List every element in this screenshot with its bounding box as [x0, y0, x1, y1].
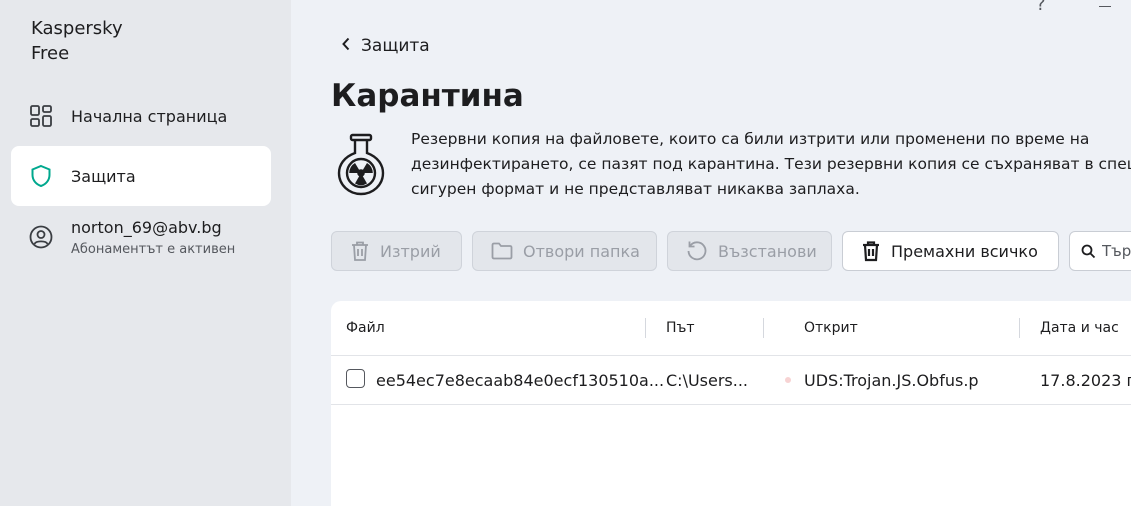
description-line: дезинфектирането, се пазят под карантина… [411, 155, 1131, 173]
sidebar-item-home[interactable]: Начална страница [11, 86, 271, 146]
row-checkbox[interactable] [346, 369, 365, 388]
home-grid-icon [29, 104, 53, 128]
shield-icon [29, 164, 53, 188]
back-link[interactable]: Защита [341, 34, 430, 58]
trash-icon [861, 240, 881, 262]
cell-detected: UDS:Trojan.JS.Obfus.p [804, 370, 979, 390]
quarantine-table: Файл Път Открит Дата и час ee54ec7e8ecaa… [331, 301, 1131, 506]
subscription-status: Абонаментът е активен [71, 242, 236, 257]
minimize-button[interactable] [1099, 6, 1111, 7]
brand-line-1: Kaspersky [31, 18, 123, 39]
sidebar-item-label: Начална страница [71, 106, 228, 126]
remove-all-label: Премахни всичко [891, 241, 1038, 261]
column-separator[interactable] [763, 318, 764, 338]
column-header-file[interactable]: Файл [346, 301, 385, 355]
restore-label: Възстанови [718, 241, 817, 261]
chevron-left-icon [341, 36, 351, 56]
delete-label: Изтрий [380, 241, 441, 261]
help-button[interactable]: ? [1036, 0, 1046, 15]
column-separator[interactable] [645, 318, 646, 338]
delete-button[interactable]: Изтрий [331, 231, 462, 271]
account-email: norton_69@abv.bg [71, 218, 222, 237]
restore-button[interactable]: Възстанови [667, 231, 832, 271]
column-header-detected[interactable]: Открит [804, 301, 858, 355]
main-content: ? Защита Карантина Резервни копия на фай… [291, 0, 1131, 506]
cell-datetime: 17.8.2023 г. [1040, 370, 1131, 390]
back-label: Защита [361, 36, 430, 56]
column-header-datetime[interactable]: Дата и час [1040, 301, 1119, 355]
restore-icon [686, 240, 708, 262]
sidebar-item-account[interactable]: norton_69@abv.bg Абонаментът е активен [11, 206, 271, 270]
open-folder-label: Отвори папка [523, 241, 640, 261]
remove-all-button[interactable]: Премахни всичко [842, 231, 1059, 271]
page-title: Карантина [331, 78, 524, 114]
description-line: сигурен формат и не представляват никакв… [411, 180, 860, 198]
row-divider [331, 404, 1131, 405]
sidebar: Kaspersky Free Начална страница Защита n… [0, 0, 291, 506]
column-separator[interactable] [1019, 318, 1020, 338]
user-circle-icon [29, 225, 53, 249]
column-header-path[interactable]: Път [666, 301, 695, 355]
cell-file: ee54ec7e8ecaab84e0ecf130510a... [376, 370, 665, 390]
threat-indicator-dot [785, 377, 791, 383]
search-box[interactable] [1069, 231, 1131, 271]
quarantine-description: Резервни копия на файловете, които са би… [411, 127, 1131, 202]
sidebar-item-protection[interactable]: Защита [11, 146, 271, 206]
search-input[interactable] [1102, 242, 1131, 260]
cell-path: C:\Users... [666, 370, 749, 390]
open-folder-button[interactable]: Отвори папка [472, 231, 657, 271]
app-brand: Kaspersky Free [31, 16, 123, 66]
brand-line-2: Free [31, 43, 70, 64]
folder-icon [491, 242, 513, 260]
trash-icon [350, 240, 370, 262]
sidebar-item-label: Защита [71, 166, 136, 186]
description-line: Резервни копия на файловете, които са би… [411, 130, 1090, 148]
search-icon [1081, 244, 1096, 259]
radiation-flask-icon [336, 133, 386, 197]
